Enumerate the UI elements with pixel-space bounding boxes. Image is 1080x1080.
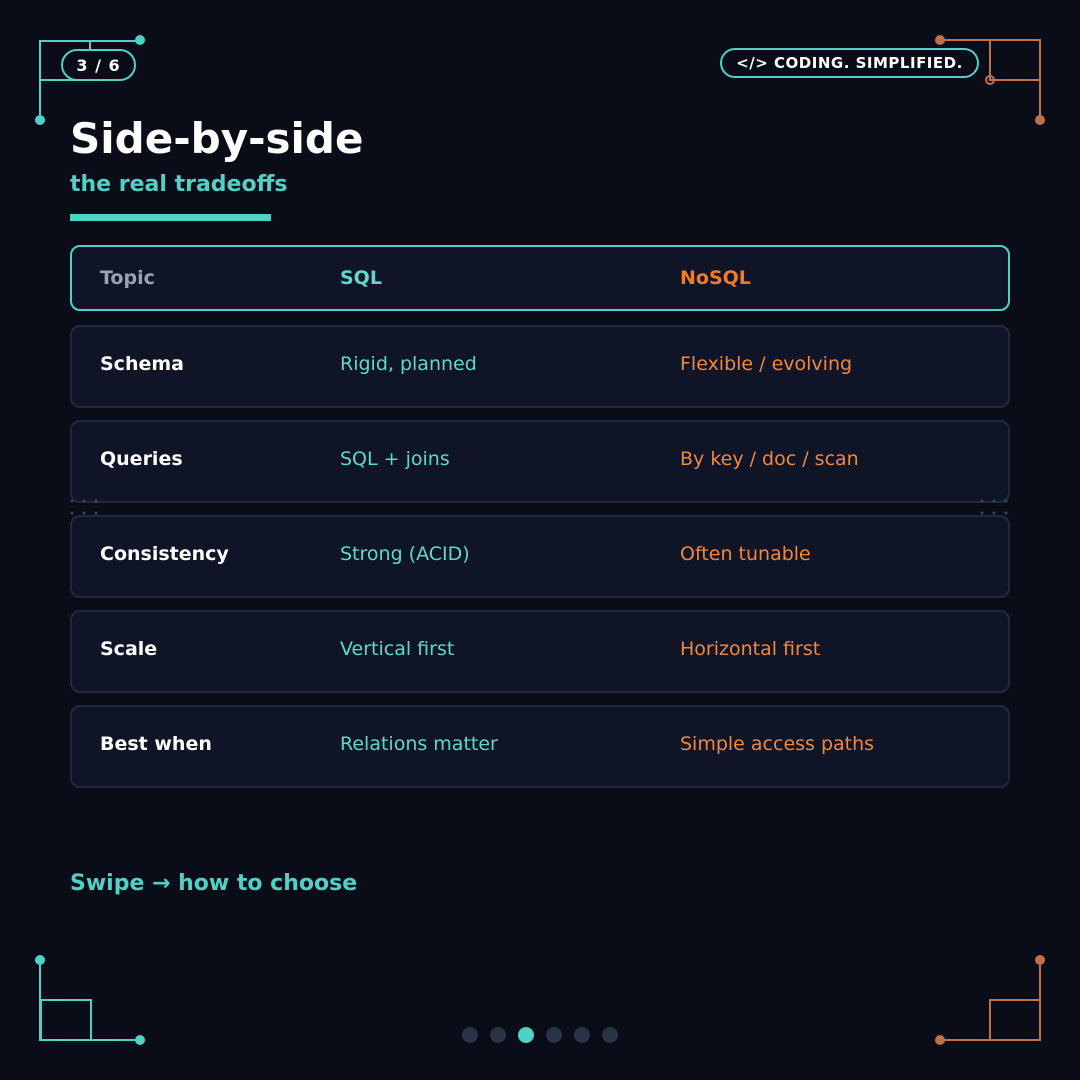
table-row: Scale Vertical first Horizontal first [70, 610, 1010, 693]
row-topic: Best when [100, 733, 212, 755]
row-nosql-value: By key / doc / scan [680, 448, 859, 470]
row-sql-value: Vertical first [340, 638, 455, 660]
pagination-dot[interactable] [490, 1027, 506, 1043]
title-underline-divider [70, 214, 271, 221]
swipe-next-prompt[interactable]: Swipe → how to choose [70, 869, 357, 899]
row-topic: Scale [100, 638, 158, 660]
table-row: Consistency Strong (ACID) Often tunable [70, 515, 1010, 598]
bottom-right-circuit-decoration [940, 960, 1041, 1041]
header-topic: Topic [100, 267, 155, 289]
page-title: Side-by-side [70, 114, 364, 163]
pagination-dot[interactable] [574, 1027, 590, 1043]
row-topic: Consistency [100, 543, 229, 565]
header-sql: SQL [340, 267, 382, 289]
pagination-dot[interactable] [546, 1027, 562, 1043]
row-gap-dots-decoration [70, 499, 1008, 515]
row-sql-value: SQL + joins [340, 448, 450, 470]
page-counter-badge: 3 / 6 [61, 49, 136, 81]
row-nosql-value: Horizontal first [680, 638, 821, 660]
row-nosql-value: Often tunable [680, 543, 811, 565]
page-subtitle: the real tradeoffs [70, 172, 288, 197]
pagination-dot[interactable] [602, 1027, 618, 1043]
row-nosql-value: Flexible / evolving [680, 353, 853, 375]
header-nosql: NoSQL [680, 267, 751, 289]
table-row: Queries SQL + joins By key / doc / scan [70, 420, 1010, 503]
brand-badge: </> CODING. SIMPLIFIED. [720, 48, 979, 78]
row-topic: Queries [100, 448, 183, 470]
row-topic: Schema [100, 353, 184, 375]
table-row: Schema Rigid, planned Flexible / evolvin… [70, 325, 1010, 408]
row-sql-value: Relations matter [340, 733, 498, 755]
carousel-pagination [462, 1027, 618, 1043]
pagination-dot-active[interactable] [518, 1027, 534, 1043]
table-row: Best when Relations matter Simple access… [70, 705, 1010, 788]
row-sql-value: Rigid, planned [340, 353, 477, 375]
table-header-row: Topic SQL NoSQL [70, 245, 1010, 311]
bottom-left-circuit-decoration [39, 960, 140, 1041]
row-sql-value: Strong (ACID) [340, 543, 470, 565]
pagination-dot[interactable] [462, 1027, 478, 1043]
row-nosql-value: Simple access paths [680, 733, 875, 755]
